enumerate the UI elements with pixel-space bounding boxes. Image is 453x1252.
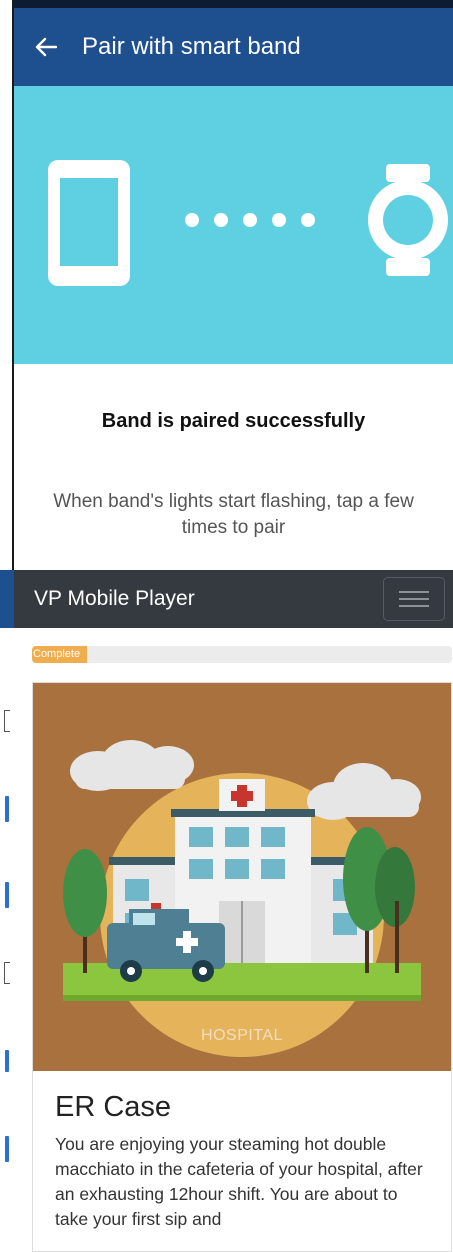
pair-instruction: When band's lights start flashing, tap a… (53, 491, 414, 538)
watch-icon (368, 164, 448, 276)
pair-header: Pair with smart band (14, 8, 453, 86)
card-body: ER Case You are enjoying your steaming h… (33, 1071, 451, 1245)
pair-hero (14, 86, 453, 364)
connection-dots-icon (185, 213, 315, 227)
progress-fill: Complete (32, 646, 87, 663)
player-navbar: VP Mobile Player (14, 570, 453, 628)
card-text: You are enjoying your steaming hot doubl… (55, 1134, 423, 1229)
player-title[interactable]: VP Mobile Player (34, 587, 195, 611)
partial-element (5, 796, 9, 822)
case-card[interactable]: HOSPITAL ER Case You are enjoying your s… (32, 682, 452, 1252)
pair-title: Pair with smart band (82, 33, 301, 60)
left-frame-border (0, 0, 14, 570)
pair-screen: Pair with smart band Band is paired succ… (14, 8, 453, 570)
partial-element (4, 710, 10, 732)
mobile-player: VP Mobile Player Complete HOSPITAL ER Ca… (0, 570, 453, 1252)
phone-icon (48, 160, 130, 286)
background-page-strip (0, 570, 14, 1230)
window-top-frame (0, 0, 453, 8)
card-title: ER Case (55, 1091, 172, 1123)
left-edge-accent (0, 570, 14, 628)
pair-status-text: Band is paired successfully (101, 410, 366, 432)
hospital-illustration: HOSPITAL (33, 683, 451, 1071)
partial-element (5, 882, 9, 908)
partial-element (5, 1050, 9, 1072)
partial-element (4, 962, 10, 984)
progress-bar: Complete (32, 646, 452, 663)
hamburger-icon[interactable] (383, 577, 445, 621)
image-caption: HOSPITAL (201, 1027, 283, 1044)
partial-element (5, 1136, 9, 1162)
arrow-left-icon[interactable] (32, 33, 60, 61)
